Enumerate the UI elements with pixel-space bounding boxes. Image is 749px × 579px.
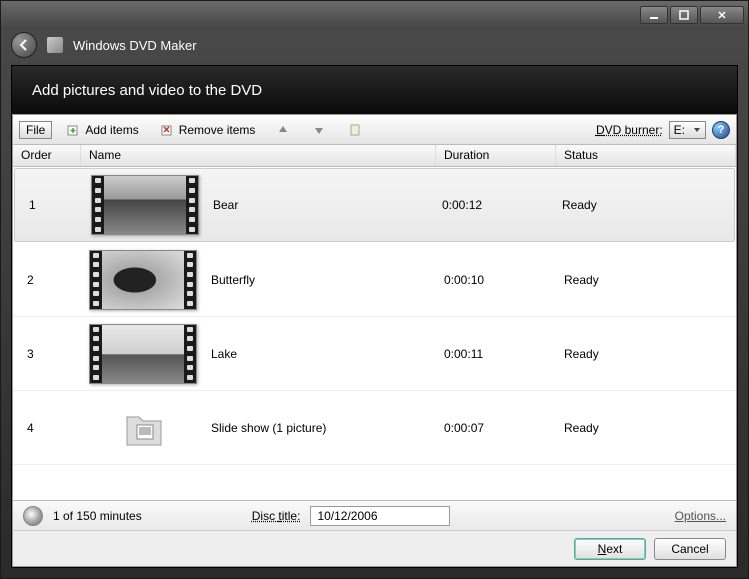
maximize-button[interactable]: [670, 6, 698, 24]
item-list[interactable]: 1 Bear 0:00:12 Ready 2 Butterfly 0:00:10…: [13, 167, 736, 500]
close-button[interactable]: [700, 6, 744, 24]
move-down-button[interactable]: [304, 119, 334, 141]
page-header: Add pictures and video to the DVD: [12, 66, 737, 114]
status-bar: 1 of 150 minutes Disc title: Options...: [13, 500, 736, 530]
move-up-button[interactable]: [268, 119, 298, 141]
item-name: Slide show (1 picture): [211, 421, 326, 435]
properties-icon: [347, 122, 363, 138]
list-item[interactable]: 4 Slide show (1 picture) 0:00:07 Ready: [13, 391, 736, 465]
disc-title-label: Disc title:: [252, 509, 301, 523]
slideshow-folder-icon: [119, 403, 169, 453]
minimize-button[interactable]: [640, 6, 668, 24]
properties-button[interactable]: [340, 119, 370, 141]
col-order[interactable]: Order: [13, 145, 81, 166]
item-name-cell: Slide show (1 picture): [81, 403, 436, 453]
list-item[interactable]: 2 Butterfly 0:00:10 Ready: [13, 243, 736, 317]
help-button[interactable]: ?: [712, 121, 730, 139]
item-status: Ready: [554, 198, 674, 212]
app-icon: [47, 37, 63, 53]
page-title: Add pictures and video to the DVD: [32, 82, 262, 99]
add-items-label: Add items: [85, 123, 138, 137]
back-button[interactable]: [11, 32, 37, 58]
burner-value: E:: [674, 123, 685, 137]
item-name: Butterfly: [211, 273, 255, 287]
item-name: Lake: [211, 347, 237, 361]
col-extra: [676, 145, 736, 166]
col-name[interactable]: Name: [81, 145, 436, 166]
item-order: 3: [13, 347, 81, 361]
file-menu-button[interactable]: File: [19, 121, 52, 139]
item-status: Ready: [556, 273, 676, 287]
disc-usage-icon: [23, 506, 43, 526]
disc-usage-text: 1 of 150 minutes: [53, 509, 142, 523]
item-name: Bear: [213, 198, 238, 212]
item-duration: 0:00:07: [436, 421, 556, 435]
item-name-cell: Butterfly: [81, 250, 436, 310]
burner-label: DVD burner:: [596, 123, 663, 137]
video-thumbnail: [91, 175, 199, 235]
video-thumbnail: [89, 250, 197, 310]
footer-buttons: Next Cancel: [13, 530, 736, 566]
disc-title-input[interactable]: [310, 506, 450, 526]
list-item[interactable]: 1 Bear 0:00:12 Ready: [14, 168, 735, 242]
chevron-down-icon: [693, 126, 701, 134]
content-frame: Add pictures and video to the DVD File A…: [11, 65, 738, 568]
arrow-down-icon: [311, 122, 327, 138]
remove-items-label: Remove items: [179, 123, 256, 137]
video-thumbnail: [89, 324, 197, 384]
grid-header: Order Name Duration Status: [13, 145, 736, 167]
cancel-button[interactable]: Cancel: [654, 538, 726, 560]
item-status: Ready: [556, 347, 676, 361]
item-duration: 0:00:11: [436, 347, 556, 361]
item-name-cell: Lake: [81, 324, 436, 384]
col-status[interactable]: Status: [556, 145, 676, 166]
item-name-cell: Bear: [83, 175, 434, 235]
item-order: 2: [13, 273, 81, 287]
item-status: Ready: [556, 421, 676, 435]
arrow-up-icon: [275, 122, 291, 138]
item-order: 4: [13, 421, 81, 435]
burner-select[interactable]: E:: [669, 121, 706, 139]
item-duration: 0:00:12: [434, 198, 554, 212]
next-button[interactable]: Next: [574, 538, 646, 560]
remove-icon: [159, 122, 175, 138]
navbar: Windows DVD Maker: [1, 29, 748, 61]
options-link[interactable]: Options...: [675, 509, 726, 523]
item-order: 1: [15, 198, 83, 212]
item-duration: 0:00:10: [436, 273, 556, 287]
list-item[interactable]: 3 Lake 0:00:11 Ready: [13, 317, 736, 391]
add-items-button[interactable]: Add items: [58, 119, 145, 141]
titlebar: [1, 1, 748, 29]
toolbar: File Add items Remove items: [13, 115, 736, 145]
main-panel: File Add items Remove items: [12, 114, 737, 567]
app-title: Windows DVD Maker: [73, 38, 197, 53]
add-icon: [65, 122, 81, 138]
remove-items-button[interactable]: Remove items: [152, 119, 263, 141]
app-window: Windows DVD Maker Add pictures and video…: [0, 0, 749, 579]
col-duration[interactable]: Duration: [436, 145, 556, 166]
